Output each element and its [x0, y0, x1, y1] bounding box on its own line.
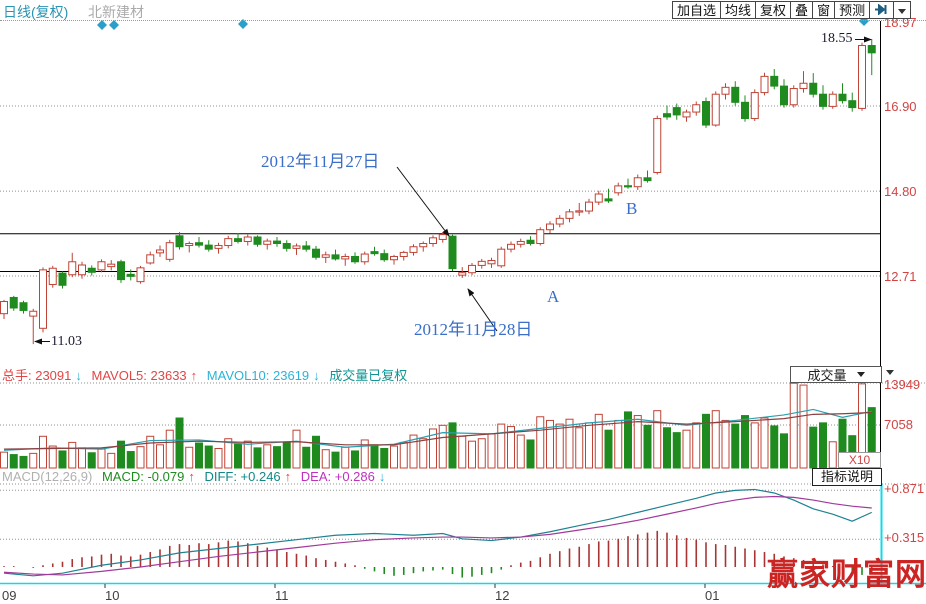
- indicator-help-button[interactable]: 指标说明: [812, 468, 882, 486]
- time-axis-label: 10: [105, 588, 119, 603]
- add-favorite-button[interactable]: 加自选: [672, 1, 721, 19]
- dea-arrow-icon: ↓: [379, 469, 386, 484]
- ma-lines-button[interactable]: 均线: [720, 1, 756, 19]
- diff-arrow-icon: ↑: [285, 469, 292, 484]
- jump-to-latest-icon: [874, 4, 889, 15]
- annotation-point-a: A: [547, 287, 559, 307]
- annotation-date-nov27: 2012年11月27日: [261, 147, 379, 172]
- price-axis-label: 12.71: [884, 269, 917, 284]
- annotation-point-b: B: [626, 199, 637, 219]
- time-axis-label: 11: [275, 588, 289, 603]
- stock-chart-window: 日线(复权) 北新建材 加自选 均线 复权 叠 窗 预测 18.97 16.90…: [0, 0, 926, 604]
- mavol5-arrow-icon: ↑: [191, 368, 198, 383]
- period-label[interactable]: 日线(复权): [3, 2, 68, 22]
- macd-header: MACD(12,26,9) MACD: -0.079 ↑ DIFF: +0.246…: [2, 469, 391, 484]
- volume-total-arrow-icon: ↓: [75, 368, 82, 383]
- annotation-low-price: 11.03: [51, 334, 82, 350]
- macd-axis-label: +0.871: [884, 481, 924, 496]
- mavol10-arrow-icon: ↓: [313, 368, 320, 383]
- time-axis-label: 01: [705, 588, 719, 603]
- overlay-button[interactable]: 叠: [790, 1, 813, 19]
- volume-axis-label: 7058: [884, 417, 913, 432]
- macd-arrow-icon: ↑: [188, 469, 195, 484]
- chevron-down-icon: [886, 370, 894, 375]
- macd-indicator-name: MACD(12,26,9): [2, 469, 92, 484]
- diff-value: DIFF: +0.246: [204, 469, 280, 484]
- toolbar: 加自选 均线 复权 叠 窗 预测: [672, 1, 911, 19]
- volume-adjusted-note: 成交量已复权: [329, 368, 407, 383]
- volume-selector-label: 成交量: [807, 365, 846, 384]
- price-axis-label: 14.80: [884, 184, 917, 199]
- price-axis-label: 16.90: [884, 99, 917, 114]
- window-button[interactable]: 窗: [812, 1, 835, 19]
- mavol10-value: MAVOL10: 23619: [207, 368, 309, 383]
- mavol5-value: MAVOL5: 23633: [92, 368, 187, 383]
- annotation-date-nov28: 2012年11月28日: [414, 315, 532, 340]
- axis-gutter-dropdown[interactable]: [886, 364, 894, 379]
- adjust-price-button[interactable]: 复权: [755, 1, 791, 19]
- chart-canvas: [0, 0, 926, 604]
- macd-axis-label: +0.315: [884, 530, 924, 545]
- toolbar-dropdown-button[interactable]: [893, 1, 911, 19]
- chevron-down-icon: [898, 9, 906, 14]
- forecast-button[interactable]: 预测: [834, 1, 870, 19]
- time-axis-label: 12: [495, 588, 509, 603]
- dea-value: DEA: +0.286: [301, 469, 375, 484]
- chevron-down-icon: [857, 372, 865, 377]
- jump-to-latest-button[interactable]: [869, 1, 894, 19]
- annotation-high-price: 18.55: [821, 31, 853, 47]
- macd-value: MACD: -0.079: [102, 469, 184, 484]
- volume-header: 总手: 23091 ↓ MAVOL5: 23633 ↑ MAVOL10: 23619…: [2, 365, 413, 384]
- symbol-label: 北新建材: [88, 2, 144, 22]
- volume-total-lots: 总手: 23091: [2, 368, 71, 383]
- site-watermark: 赢家财富网: [767, 549, 926, 594]
- volume-axis-label: 13949: [884, 377, 920, 392]
- volume-multiplier-badge: X10: [838, 452, 881, 468]
- time-axis-label: 09: [2, 588, 16, 603]
- volume-indicator-selector[interactable]: 成交量: [790, 366, 882, 383]
